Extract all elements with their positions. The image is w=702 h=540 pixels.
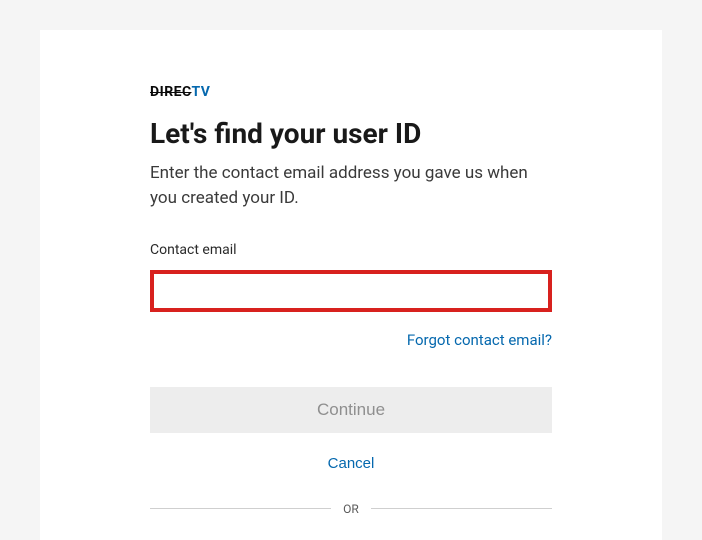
directv-logo: DIRECTV: [150, 85, 552, 99]
forgot-row: Forgot contact email?: [150, 330, 552, 349]
login-card: DIRECTV Let's find your user ID Enter th…: [40, 30, 662, 540]
logo-tv: TV: [192, 84, 211, 100]
email-label: Contact email: [150, 242, 552, 258]
continue-button[interactable]: Continue: [150, 387, 552, 433]
page-title: Let's find your user ID: [150, 117, 552, 151]
logo-direc: DIREC: [150, 84, 192, 100]
cancel-button[interactable]: Cancel: [328, 455, 375, 472]
page-subtitle: Enter the contact email address you gave…: [150, 161, 552, 212]
or-divider: OR: [150, 502, 552, 516]
page-background: DIRECTV Let's find your user ID Enter th…: [0, 0, 702, 540]
forgot-contact-email-link[interactable]: Forgot contact email?: [407, 331, 552, 349]
or-divider-label: OR: [331, 502, 371, 516]
contact-email-input[interactable]: [150, 270, 552, 312]
